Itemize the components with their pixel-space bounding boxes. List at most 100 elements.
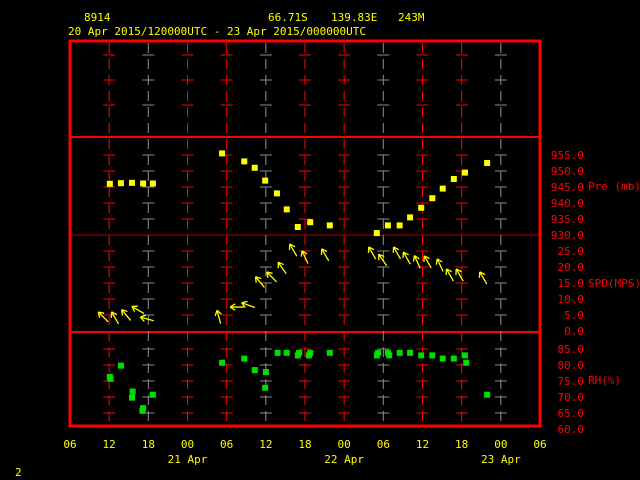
x-tick-label: 12 (416, 438, 429, 451)
x-tick-label: 00 (494, 438, 507, 451)
pressure-axis-label: Pre (mb) (588, 180, 640, 193)
axis-labels: 955.0 950.0 945.0 940.0 935.0 930.0 25.0 20.0 15… (63, 149, 584, 466)
wind-arrow (320, 248, 330, 262)
y-tick-label: 10.0 (558, 293, 585, 306)
rh-point (149, 391, 156, 398)
elevation: 243M (398, 11, 425, 24)
pressure-point (106, 180, 113, 187)
rh-point (283, 349, 290, 356)
x-tick-label: 06 (377, 438, 390, 451)
rh-point (129, 394, 136, 401)
x-tick-label: 06 (63, 438, 76, 451)
rh-point (117, 362, 124, 369)
period: 20 Apr 2015/120000UTC - 23 Apr 2015/0000… (68, 25, 366, 38)
wind-arrow (214, 309, 222, 324)
y-tick-label: 5.0 (564, 309, 584, 322)
pressure-point (294, 224, 301, 230)
x-tick-label: 00 (181, 438, 194, 451)
rh-point (439, 355, 446, 362)
station-id: 8914 (84, 11, 111, 24)
wind-arrow (110, 311, 120, 325)
rh-point (326, 349, 333, 356)
wind-arrow (254, 276, 265, 288)
y-tick-label: 60.0 (558, 423, 585, 436)
pressure-point (326, 222, 333, 229)
pressure-point (396, 222, 403, 229)
y-tick-label: 15.0 (558, 277, 585, 290)
pressure-point (262, 177, 269, 184)
pressure-point (307, 219, 314, 226)
pressure-point (219, 150, 226, 157)
y-tick-label: 20.0 (558, 261, 585, 274)
wind-arrow (131, 305, 145, 314)
wind-arrow (435, 258, 444, 272)
x-date-label: 22 Apr (324, 453, 364, 466)
rh-point (461, 352, 468, 359)
x-tick-label: 06 (533, 438, 546, 451)
rh-point (463, 359, 470, 366)
y-tick-label: 75.0 (558, 375, 585, 388)
x-tick-label: 00 (338, 438, 351, 451)
y-tick-label: 940.0 (551, 197, 584, 210)
x-date-label: 21 Apr (168, 453, 208, 466)
speed-axis-label: SPD(MPS) (588, 277, 640, 290)
pressure-point (384, 222, 391, 229)
rh-point (129, 388, 136, 395)
wind-arrow (120, 309, 132, 321)
pressure-point (283, 206, 290, 213)
rh-point (296, 349, 303, 356)
data-marks (97, 150, 491, 414)
rh-point (251, 367, 258, 374)
wind-arrow (445, 268, 454, 282)
y-tick-label: 945.0 (551, 181, 584, 194)
wind-arrow (288, 243, 298, 257)
pressure-point (461, 169, 468, 176)
pressure-point (241, 158, 248, 165)
rh-point (241, 355, 248, 362)
wind-arrow (412, 255, 421, 269)
pressure-point (450, 176, 457, 182)
wind-arrow (392, 246, 402, 260)
rh-point (386, 352, 393, 359)
pressure-point (407, 214, 414, 221)
y-tick-label: 65.0 (558, 407, 585, 420)
page-number: 2 (15, 466, 22, 479)
wind-arrow (478, 271, 488, 285)
rh-point (262, 369, 269, 376)
y-tick-label: 935.0 (551, 213, 584, 226)
pressure-point (140, 180, 147, 187)
x-date-label: 23 Apr (481, 453, 521, 466)
pressure-point (149, 180, 156, 187)
y-tick-label: 25.0 (558, 245, 585, 258)
y-tick-label: 930.0 (551, 229, 584, 242)
pressure-point (439, 185, 446, 192)
y-tick-label: 955.0 (551, 149, 584, 162)
x-tick-label: 18 (455, 438, 468, 451)
longitude: 139.83E (331, 11, 377, 24)
rh-point (396, 349, 403, 356)
wind-arrow (367, 246, 377, 260)
rh-axis-label: RH(%) (588, 374, 621, 387)
rh-point (107, 375, 114, 382)
wind-arrow (300, 250, 309, 264)
pressure-point (129, 179, 136, 186)
x-tick-label: 06 (220, 438, 233, 451)
grid (70, 43, 540, 424)
wind-arrow (139, 314, 154, 322)
pressure-point (373, 230, 380, 237)
rh-point (375, 349, 382, 356)
rh-point (418, 352, 425, 359)
wind-arrow (402, 251, 411, 265)
x-tick-label: 18 (298, 438, 311, 451)
x-tick-label: 18 (142, 438, 155, 451)
rh-point (484, 391, 491, 398)
y-tick-label: 80.0 (558, 359, 585, 372)
y-tick-label: 950.0 (551, 165, 584, 178)
rh-point (139, 407, 146, 414)
y-tick-label: 85.0 (558, 343, 585, 356)
x-tick-label: 12 (259, 438, 272, 451)
pressure-point (117, 180, 124, 187)
pressure-point (251, 164, 258, 171)
wind-arrow (423, 255, 432, 269)
wind-arrow (277, 261, 287, 275)
